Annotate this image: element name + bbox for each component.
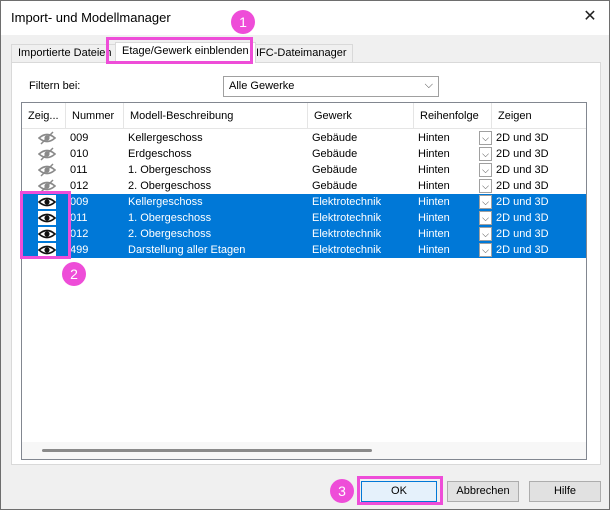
cell-reihenfolge: Hinten	[418, 132, 450, 144]
cell-beschreibung: Kellergeschoss	[128, 132, 203, 144]
table-header: Zeig... Nummer Modell-Beschreibung Gewer…	[22, 103, 586, 129]
chevron-down-icon: ⌵	[424, 79, 433, 91]
cell-beschreibung: 2. Obergeschoss	[128, 228, 212, 240]
eye-slash-icon[interactable]	[37, 147, 57, 161]
scrollbar-thumb[interactable]	[42, 449, 372, 452]
cell-reihenfolge: Hinten	[418, 244, 450, 256]
cell-gewerk: Gebäude	[312, 132, 358, 144]
cell-nummer: 012	[70, 228, 89, 240]
cell-nummer: 009	[70, 196, 89, 208]
table-row[interactable]: 012 2. Obergeschoss Gebäude Hinten 2D und 3D…	[22, 178, 586, 194]
cell-zeigen: 2D und 3D	[496, 228, 549, 240]
table-row[interactable]: 009 Kellergeschoss Elektrotechnik Hinten 2D …	[22, 194, 586, 210]
eye-icon[interactable]	[37, 243, 57, 257]
chevron-down-icon[interactable]: ⌵	[479, 131, 492, 145]
column-header-zeigen[interactable]: Zeigen	[492, 103, 586, 129]
chevron-down-icon[interactable]: ⌵	[479, 147, 492, 161]
cancel-button[interactable]: Abbrechen	[447, 481, 519, 502]
eye-slash-icon[interactable]	[37, 131, 57, 145]
cell-gewerk: Elektrotechnik	[312, 228, 382, 240]
chevron-down-icon[interactable]: ⌵	[479, 163, 492, 177]
cell-gewerk: Gebäude	[312, 164, 358, 176]
chevron-down-icon[interactable]: ⌵	[479, 179, 492, 193]
table-row[interactable]: 012 2. Obergeschoss Elektrotechnik Hinten 2D…	[22, 226, 586, 242]
cell-gewerk: Elektrotechnik	[312, 244, 382, 256]
cell-zeigen: 2D und 3D	[496, 180, 549, 192]
cell-gewerk: Gebäude	[312, 180, 358, 192]
close-icon[interactable]: ✕	[579, 7, 601, 29]
column-header-zeigen-toggle[interactable]: Zeig...	[22, 103, 66, 129]
cell-zeigen: 2D und 3D	[496, 148, 549, 160]
chevron-down-icon[interactable]: ⌵	[479, 211, 492, 225]
eye-icon[interactable]	[37, 227, 57, 241]
cell-zeigen: 2D und 3D	[496, 164, 549, 176]
column-header-nummer[interactable]: Nummer	[66, 103, 124, 129]
cell-nummer: 010	[70, 148, 89, 160]
cell-gewerk: Elektrotechnik	[312, 212, 382, 224]
title-bar: Import- und Modellmanager ✕	[1, 1, 609, 35]
cell-beschreibung: 2. Obergeschoss	[128, 180, 212, 192]
cell-nummer: 011	[70, 164, 88, 176]
column-header-reihenfolge[interactable]: Reihenfolge	[414, 103, 492, 129]
import-modellmanager-dialog: Import- und Modellmanager ✕ Importierte …	[0, 0, 610, 510]
table-row[interactable]: 011 1. Obergeschoss Gebäude Hinten 2D und 3D…	[22, 162, 586, 178]
filter-select[interactable]: Alle Gewerke ⌵	[223, 76, 439, 97]
ok-button[interactable]: OK	[361, 481, 437, 502]
cell-reihenfolge: Hinten	[418, 148, 450, 160]
tab-importierte-dateien[interactable]: Importierte Dateien	[11, 44, 119, 63]
cell-gewerk: Elektrotechnik	[312, 196, 382, 208]
cell-zeigen: 2D und 3D	[496, 132, 549, 144]
cell-nummer: 009	[70, 132, 89, 144]
cell-beschreibung: 1. Obergeschoss	[128, 164, 212, 176]
cell-beschreibung: Darstellung aller Etagen	[128, 244, 246, 256]
table-row[interactable]: 009 Kellergeschoss Gebäude Hinten 2D und 3D ⌵	[22, 130, 586, 146]
cell-reihenfolge: Hinten	[418, 228, 450, 240]
horizontal-scrollbar[interactable]	[22, 442, 586, 459]
eye-icon[interactable]	[37, 211, 57, 225]
callout-badge-3: 3	[330, 479, 354, 503]
tab-strip: Importierte Dateien Etage/Gewerk einblen…	[11, 42, 601, 63]
cell-beschreibung: 1. Obergeschoss	[128, 212, 212, 224]
callout-badge-2: 2	[62, 262, 86, 286]
column-header-gewerk[interactable]: Gewerk	[308, 103, 414, 129]
cell-gewerk: Gebäude	[312, 148, 358, 160]
cell-reihenfolge: Hinten	[418, 212, 450, 224]
help-button[interactable]: Hilfe	[529, 481, 601, 502]
column-header-beschreibung[interactable]: Modell-Beschreibung	[124, 103, 308, 129]
window-title: Import- und Modellmanager	[11, 10, 171, 25]
chevron-down-icon[interactable]: ⌵	[479, 195, 492, 209]
eye-icon[interactable]	[37, 195, 57, 209]
chevron-down-icon[interactable]: ⌵	[479, 243, 492, 257]
cell-reihenfolge: Hinten	[418, 164, 450, 176]
cell-beschreibung: Kellergeschoss	[128, 196, 203, 208]
cell-beschreibung: Erdgeschoss	[128, 148, 192, 160]
table-row[interactable]: 011 1. Obergeschoss Elektrotechnik Hinten 2D…	[22, 210, 586, 226]
eye-slash-icon[interactable]	[37, 163, 57, 177]
tab-etage-gewerk[interactable]: Etage/Gewerk einblenden	[115, 42, 256, 63]
table-row[interactable]: 499 Darstellung aller Etagen Elektrotechni…	[22, 242, 586, 258]
cell-nummer: 499	[70, 244, 89, 256]
eye-slash-icon[interactable]	[37, 179, 57, 193]
callout-badge-1: 1	[231, 10, 255, 34]
tab-ifc-dateimanager[interactable]: IFC-Dateimanager	[249, 44, 354, 63]
cell-reihenfolge: Hinten	[418, 196, 450, 208]
cell-zeigen: 2D und 3D	[496, 212, 549, 224]
cell-reihenfolge: Hinten	[418, 180, 450, 192]
chevron-down-icon[interactable]: ⌵	[479, 227, 492, 241]
filter-value: Alle Gewerke	[229, 80, 295, 92]
filter-label: Filtern bei:	[29, 80, 81, 92]
cell-zeigen: 2D und 3D	[496, 244, 549, 256]
cell-zeigen: 2D und 3D	[496, 196, 549, 208]
table-row[interactable]: 010 Erdgeschoss Gebäude Hinten 2D und 3D ⌵	[22, 146, 586, 162]
model-table: Zeig... Nummer Modell-Beschreibung Gewer…	[21, 102, 587, 460]
cell-nummer: 012	[70, 180, 89, 192]
cell-nummer: 011	[70, 212, 88, 224]
